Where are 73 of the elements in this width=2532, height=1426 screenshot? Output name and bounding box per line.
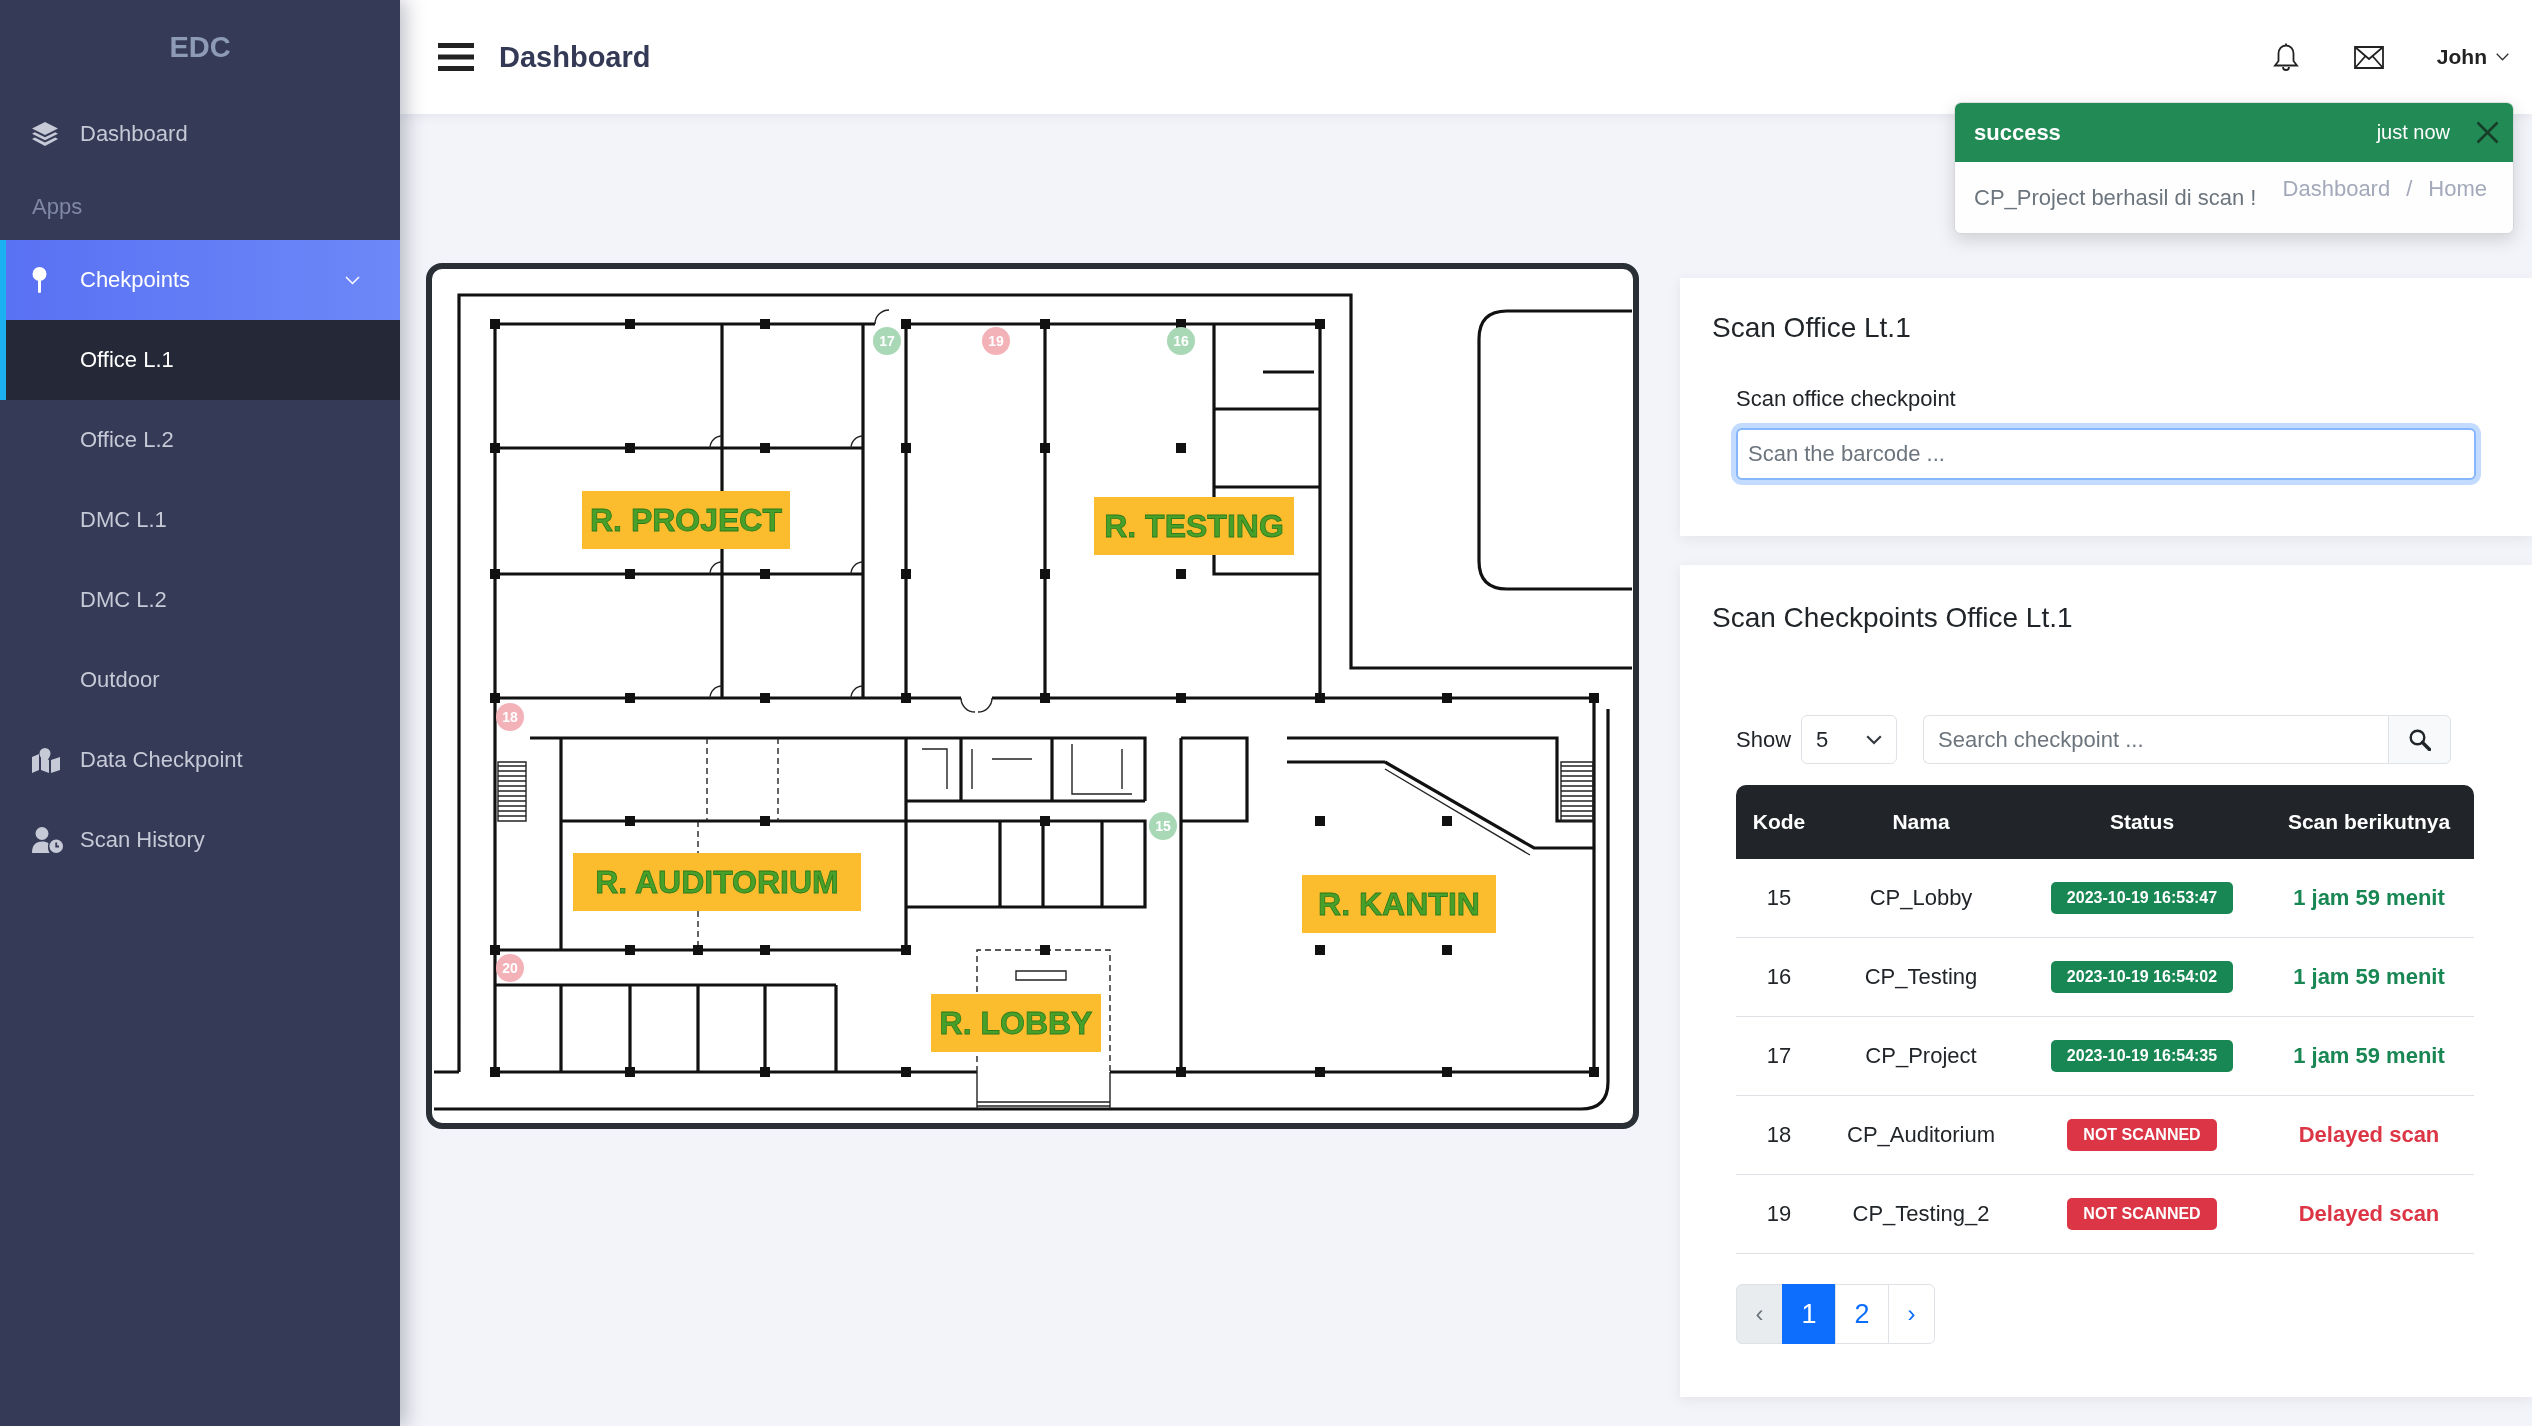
room-label: R. KANTIN	[1302, 875, 1496, 933]
user-clock-icon	[32, 827, 63, 853]
next-scan-time: 1 jam 59 menit	[2293, 1043, 2445, 1068]
menu-icon[interactable]	[438, 43, 474, 71]
toast-time: just now	[2376, 121, 2450, 144]
nav-section-label: Apps	[32, 194, 83, 220]
chevron-icon	[1866, 734, 1883, 745]
status-badge: 2023-10-19 16:53:47	[2050, 882, 2234, 914]
room-label: R. LOBBY	[931, 994, 1101, 1052]
page-size-select[interactable]: 5	[1801, 715, 1898, 764]
checkpoint-name: CP_Lobby	[1869, 885, 1973, 910]
nav-subitem[interactable]: Office L.2	[0, 400, 400, 480]
layers-icon	[32, 122, 58, 146]
checkpoint-code: 19	[1766, 1201, 1792, 1226]
search-field[interactable]: Search checkpoint ...	[1923, 715, 2389, 764]
nav-group[interactable]: Chekpoints	[0, 240, 400, 320]
card-title: Scan Office Lt.1	[1712, 311, 1912, 345]
status-badge: 2023-10-19 16:54:35	[2050, 1040, 2234, 1072]
map-icon	[32, 747, 60, 773]
checkpoint-name: CP_Project	[1865, 1043, 1977, 1068]
close-icon[interactable]	[2476, 121, 2499, 144]
checkpoint-code: 15	[1766, 885, 1792, 910]
user-menu-button[interactable]: John	[2436, 45, 2509, 69]
column-header: Scan berikutnya	[2264, 785, 2474, 859]
page-button[interactable]: 2	[1835, 1284, 1889, 1344]
column-header: Kode	[1736, 785, 1822, 859]
checkpoint-name: CP_Auditorium	[1847, 1122, 1995, 1147]
checkpoint-name: CP_Testing	[1864, 964, 1978, 989]
column-header: Status	[2020, 785, 2264, 859]
status-badge: NOT SCANNED	[2067, 1198, 2217, 1230]
checkpoint-code: 16	[1766, 964, 1792, 989]
nav-item[interactable]: Data Checkpoint	[0, 720, 400, 800]
pushpin-icon	[32, 267, 47, 293]
card-title: Scan Checkpoints Office Lt.1	[1712, 601, 2074, 635]
checkpoint-marker: 17	[873, 327, 901, 355]
next-scan-time: Delayed scan	[2298, 1201, 2440, 1226]
bell-icon[interactable]	[2272, 43, 2299, 71]
field-label: Scan office checkpoint	[1736, 386, 1957, 412]
status-badge: NOT SCANNED	[2067, 1119, 2217, 1151]
nav-subitem[interactable]: Office L.1	[0, 320, 400, 400]
barcode-input-field[interactable]: Scan the barcode ...	[1736, 428, 2476, 480]
nav-item[interactable]: Dashboard	[0, 94, 400, 174]
checkpoint-marker: 18	[496, 703, 524, 731]
breadcrumb-separator: /	[2406, 175, 2413, 202]
checkpoint-marker: 20	[496, 954, 524, 982]
next-scan-time: 1 jam 59 menit	[2293, 885, 2445, 910]
room-label: R. PROJECT	[582, 491, 790, 549]
next-scan-time: 1 jam 59 menit	[2293, 964, 2445, 989]
checkpoint-code: 18	[1766, 1122, 1792, 1147]
search-button[interactable]	[2388, 715, 2452, 764]
nav-item[interactable]: Scan History	[0, 800, 400, 880]
page-button[interactable]: 1	[1782, 1284, 1836, 1344]
nav-subitem[interactable]: DMC L.2	[0, 560, 400, 640]
next-scan-time: Delayed scan	[2298, 1122, 2440, 1147]
checkpoint-marker: 19	[982, 327, 1010, 355]
brand-logo-text: EDC	[169, 30, 231, 64]
next-page-button[interactable]: ›	[1888, 1284, 1935, 1344]
nav-subitem[interactable]: DMC L.1	[0, 480, 400, 560]
room-label: R. TESTING	[1094, 497, 1294, 555]
status-badge: 2023-10-19 16:54:02	[2050, 961, 2234, 993]
caret-icon	[2496, 53, 2509, 61]
toast-title: success	[1974, 119, 2061, 146]
search-icon	[2408, 728, 2431, 751]
page-title: Dashboard	[499, 40, 651, 74]
column-header: Nama	[1822, 785, 2020, 859]
room-label: R. AUDITORIUM	[573, 853, 861, 911]
checkpoint-name: CP_Testing_2	[1852, 1201, 1990, 1226]
envelope-icon[interactable]	[2353, 45, 2384, 69]
checkpoint-marker: 16	[1167, 327, 1195, 355]
checkpoint-marker: 15	[1149, 812, 1177, 840]
checkpoint-code: 17	[1766, 1043, 1792, 1068]
show-label: Show	[1736, 726, 1792, 753]
nav-subitem[interactable]: Outdoor	[0, 640, 400, 720]
